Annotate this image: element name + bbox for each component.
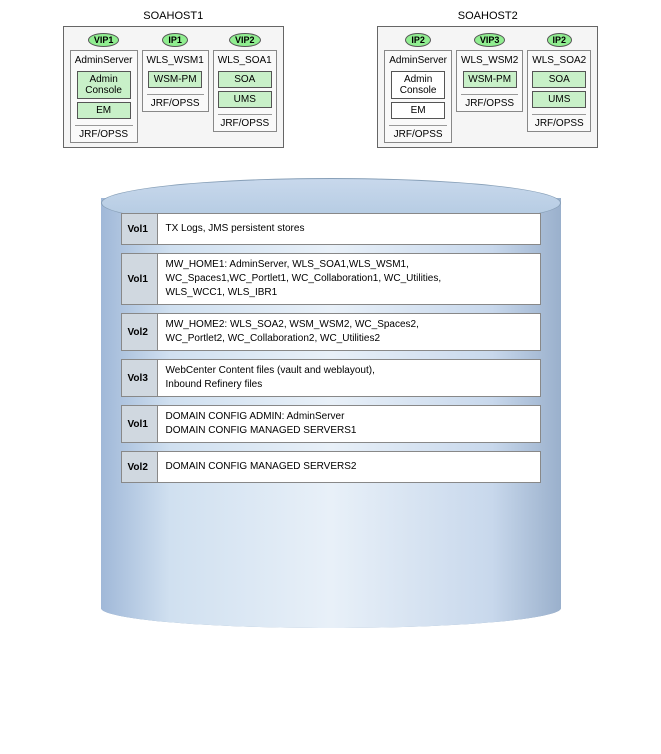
disk-row-0: Vol1TX Logs, JMS persistent stores <box>121 213 541 245</box>
jrf-bar-1-0: JRF/OPSS <box>389 125 447 140</box>
host-group-0: SOAHOST1 VIP1 AdminServer Admin Console EM JR… <box>63 10 284 148</box>
server-name-1-2: WLS_SOA2 <box>532 55 586 66</box>
cylinder: Vol1TX Logs, JMS persistent storesVol1MW… <box>71 168 591 628</box>
host-label-0: SOAHOST1 <box>143 10 203 22</box>
jrf-bar-0-0: JRF/OPSS <box>75 125 133 140</box>
disk-content-3: WebCenter Content files (vault and webla… <box>158 360 540 396</box>
server-block-1-1: VIP3 WLS_WSM2 WSM-PM JRF/OPSS <box>456 33 523 112</box>
badge-0-2: VIP2 <box>229 33 261 47</box>
disk-row-1: Vol1MW_HOME1: AdminServer, WLS_SOA1,WLS_… <box>121 253 541 305</box>
server-diagram: SOAHOST1 VIP1 AdminServer Admin Console EM JR… <box>0 0 661 158</box>
box-1-2-1: UMS <box>532 91 586 108</box>
server-name-0-0: AdminServer <box>75 55 133 66</box>
server-block-1-2: IP2 WLS_SOA2 SOA UMS JRF/OPSS <box>527 33 591 132</box>
vol-label-2: Vol2 <box>122 314 158 350</box>
box-1-0-1: EM <box>391 102 445 119</box>
disk-row-2: Vol2MW_HOME2: WLS_SOA2, WSM_WSM2, WC_Spa… <box>121 313 541 351</box>
server-inner-0-0: AdminServer Admin Console EM JRF/OPSS <box>70 50 138 143</box>
vol-label-4: Vol1 <box>122 406 158 442</box>
jrf-bar-1-2: JRF/OPSS <box>532 114 586 129</box>
server-name-0-2: WLS_SOA1 <box>218 55 272 66</box>
badge-0-0: VIP1 <box>88 33 120 47</box>
server-inner-1-0: AdminServer Admin Console EM JRF/OPSS <box>384 50 452 143</box>
badge-0-1: IP1 <box>162 33 188 47</box>
box-1-2-0: SOA <box>532 71 586 88</box>
vol-label-3: Vol3 <box>122 360 158 396</box>
disk-row-5: Vol2DOMAIN CONFIG MANAGED SERVERS2 <box>121 451 541 483</box>
host-box-0: VIP1AdminServerAdmin ConsoleEMJRF/OPSSIP… <box>63 26 284 148</box>
server-block-0-2: VIP2 WLS_SOA1 SOA UMS JRF/OPSS <box>213 33 277 132</box>
box-1-0-0: Admin Console <box>391 71 445 99</box>
disk-row-3: Vol3WebCenter Content files (vault and w… <box>121 359 541 397</box>
jrf-bar-1-1: JRF/OPSS <box>461 94 518 109</box>
jrf-bar-0-1: JRF/OPSS <box>147 94 204 109</box>
server-inner-0-1: WLS_WSM1 WSM-PM JRF/OPSS <box>142 50 209 112</box>
jrf-bar-0-2: JRF/OPSS <box>218 114 272 129</box>
vol-label-5: Vol2 <box>122 452 158 482</box>
disk-content-2: MW_HOME2: WLS_SOA2, WSM_WSM2, WC_Spaces2… <box>158 314 540 350</box>
box-1-1-0: WSM-PM <box>463 71 517 88</box>
disk-rows: Vol1TX Logs, JMS persistent storesVol1MW… <box>121 213 541 483</box>
vol-label-1: Vol1 <box>122 254 158 304</box>
server-name-1-1: WLS_WSM2 <box>461 55 518 66</box>
badge-1-1: VIP3 <box>474 33 506 47</box>
disk-content-5: DOMAIN CONFIG MANAGED SERVERS2 <box>158 452 540 482</box>
box-0-0-0: Admin Console <box>77 71 131 99</box>
host-group-1: SOAHOST2 IP2 AdminServer Admin Console EM JRF… <box>377 10 598 148</box>
server-block-0-1: IP1 WLS_WSM1 WSM-PM JRF/OPSS <box>142 33 209 112</box>
badge-1-2: IP2 <box>547 33 573 47</box>
box-0-0-1: EM <box>77 102 131 119</box>
server-inner-1-2: WLS_SOA2 SOA UMS JRF/OPSS <box>527 50 591 132</box>
disk-content-1: MW_HOME1: AdminServer, WLS_SOA1,WLS_WSM1… <box>158 254 540 304</box>
disk-content-0: TX Logs, JMS persistent stores <box>158 214 540 244</box>
box-0-2-1: UMS <box>218 91 272 108</box>
box-0-1-0: WSM-PM <box>148 71 202 88</box>
server-block-0-0: VIP1 AdminServer Admin Console EM JRF/OPSS <box>70 33 138 143</box>
server-inner-0-2: WLS_SOA1 SOA UMS JRF/OPSS <box>213 50 277 132</box>
storage-diagram: Vol1TX Logs, JMS persistent storesVol1MW… <box>0 168 661 628</box>
disk-row-4: Vol1DOMAIN CONFIG ADMIN: AdminServer DOM… <box>121 405 541 443</box>
server-name-0-1: WLS_WSM1 <box>147 55 204 66</box>
host-box-1: IP2AdminServerAdmin ConsoleEMJRF/OPSSVIP… <box>377 26 598 148</box>
box-0-2-0: SOA <box>218 71 272 88</box>
server-name-1-0: AdminServer <box>389 55 447 66</box>
badge-1-0: IP2 <box>405 33 431 47</box>
vol-label-0: Vol1 <box>122 214 158 244</box>
disk-content-4: DOMAIN CONFIG ADMIN: AdminServer DOMAIN … <box>158 406 540 442</box>
host-label-1: SOAHOST2 <box>458 10 518 22</box>
server-block-1-0: IP2 AdminServer Admin Console EM JRF/OPSS <box>384 33 452 143</box>
server-inner-1-1: WLS_WSM2 WSM-PM JRF/OPSS <box>456 50 523 112</box>
